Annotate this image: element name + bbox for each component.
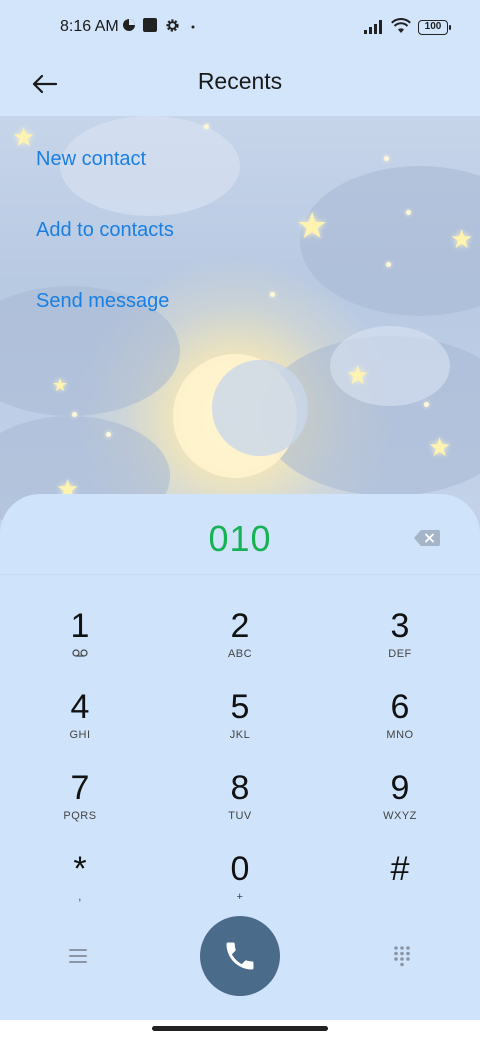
dial-key-8[interactable]: 8 TUV (180, 768, 300, 840)
key-letters: ABC (227, 648, 253, 660)
key-letters: TUV (228, 810, 252, 822)
key-digit: 1 (70, 607, 90, 645)
dialpad-sheet: 010 1 2 ABC 3 DEF 4 GHI 5 JKL 6 MNO 7 PQ… (0, 494, 480, 1040)
wifi-icon (391, 18, 411, 33)
dial-key-5[interactable]: 5 JKL (180, 687, 300, 759)
settings-gear-icon (166, 19, 179, 32)
data-saver-icon (123, 19, 135, 31)
status-time: 8:16 AM (60, 18, 119, 35)
key-digit: 7 (70, 769, 90, 807)
status-bar: 8:16 AM 100 (0, 0, 480, 56)
menu-icon[interactable] (66, 944, 90, 968)
dial-key-9[interactable]: 9 WXYZ (340, 768, 460, 840)
key-letters: MNO (386, 729, 414, 741)
key-letters: WXYZ (383, 810, 417, 822)
dial-key-2[interactable]: 2 ABC (180, 606, 300, 678)
dial-key-0[interactable]: 0 + (180, 849, 300, 921)
key-letters: + (236, 891, 244, 903)
signal-icon (364, 20, 382, 34)
key-digit: 2 (230, 607, 250, 645)
navigation-bar (0, 1020, 480, 1040)
key-letters (340, 891, 460, 905)
key-digit: 3 (390, 607, 410, 645)
dialed-number: 010 (208, 518, 272, 559)
new-contact-link[interactable]: New contact (36, 148, 146, 171)
dial-key-star[interactable]: * , (20, 849, 140, 921)
dot-icon (191, 25, 195, 29)
add-to-contacts-link[interactable]: Add to contacts (36, 219, 174, 242)
square-app-icon (143, 18, 157, 32)
divider (0, 574, 480, 575)
dialpad-grid-icon[interactable] (390, 944, 414, 968)
send-message-link[interactable]: Send message (36, 290, 169, 313)
dial-key-6[interactable]: 6 MNO (340, 687, 460, 759)
key-digit: 8 (230, 769, 250, 807)
key-digit: 9 (390, 769, 410, 807)
key-letters: PQRS (63, 810, 97, 822)
call-button[interactable] (200, 916, 280, 996)
battery-icon: 100 (418, 20, 451, 35)
key-letters: DEF (388, 648, 412, 660)
key-digit: 0 (230, 850, 250, 888)
dial-key-4[interactable]: 4 GHI (20, 687, 140, 759)
dial-key-7[interactable]: 7 PQRS (20, 768, 140, 840)
phone-icon (226, 942, 254, 970)
app-header: Recents (0, 56, 480, 116)
backspace-icon[interactable] (414, 530, 440, 546)
dial-key-1[interactable]: 1 (20, 606, 140, 678)
key-letters: GHI (69, 729, 91, 741)
page-title: Recents (197, 68, 283, 94)
dial-key-3[interactable]: 3 DEF (340, 606, 460, 678)
voicemail-icon (20, 648, 140, 662)
dial-key-hash[interactable]: # (340, 849, 460, 921)
key-letters: JKL (229, 729, 251, 741)
key-letters: , (78, 891, 82, 903)
home-gesture-handle[interactable] (152, 1026, 328, 1031)
key-digit: * (73, 850, 87, 888)
key-digit: 5 (230, 688, 250, 726)
key-digit: 4 (70, 688, 90, 726)
key-digit: 6 (390, 688, 410, 726)
wallpaper-image: ★ ★ ★ ★ ★ ★ ★ (0, 116, 480, 536)
key-digit: # (390, 850, 410, 888)
